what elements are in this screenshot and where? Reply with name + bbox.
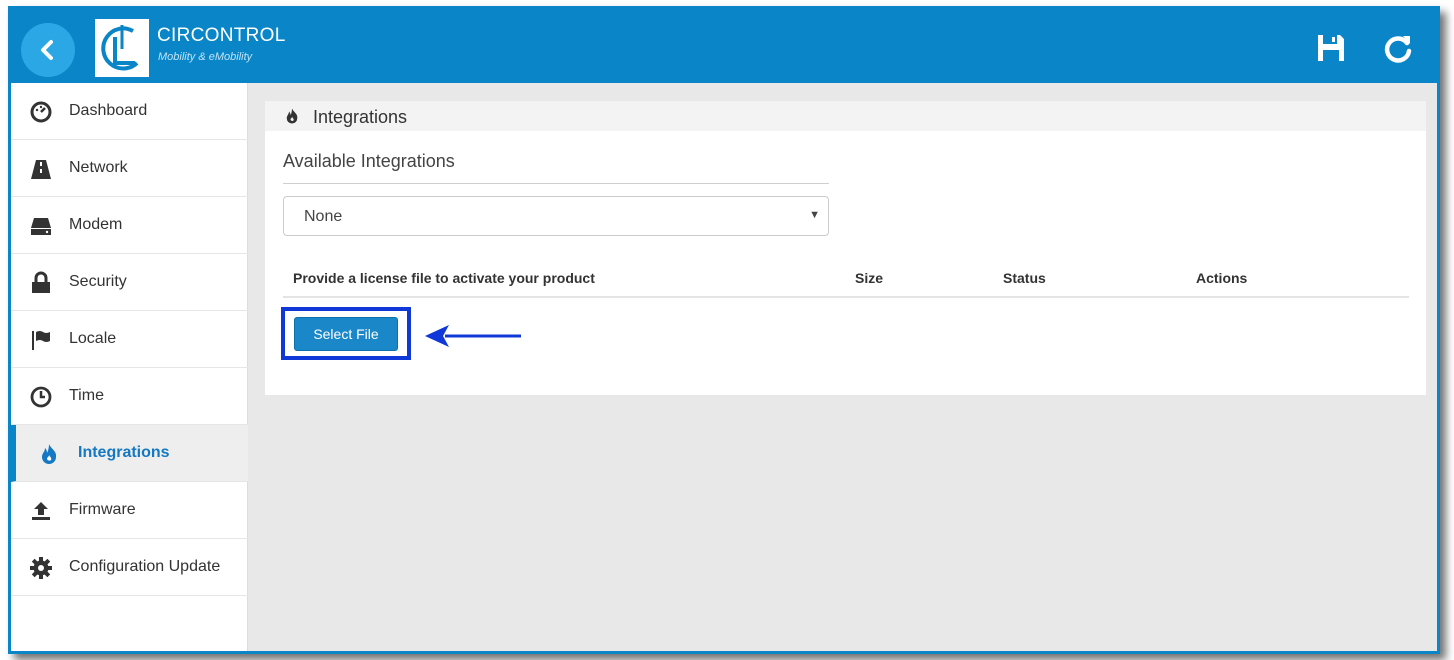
sidebar-item-label: Network <box>69 159 128 176</box>
sidebar-item-label: Firmware <box>69 501 136 518</box>
sidebar-item-modem[interactable]: Modem <box>11 197 248 254</box>
sidebar-item-security[interactable]: Security <box>11 254 248 311</box>
sidebar-item-time[interactable]: Time <box>11 368 248 425</box>
integration-select[interactable]: None ▼ <box>283 196 829 236</box>
table-header-size: Size <box>855 270 884 286</box>
sidebar-item-label: Modem <box>69 216 123 233</box>
sidebar-item-integrations[interactable]: Integrations <box>11 425 248 482</box>
save-icon <box>1318 35 1344 61</box>
hdd-icon <box>31 218 51 235</box>
sidebar-item-label: Security <box>69 273 127 290</box>
dashboard-icon <box>30 101 52 123</box>
save-button[interactable] <box>1314 31 1348 65</box>
sidebar-item-firmware[interactable]: Firmware <box>11 482 248 539</box>
lock-icon <box>32 271 50 293</box>
sidebar-item-label: Configuration Update <box>69 558 221 575</box>
select-file-button[interactable]: Select File <box>294 317 398 351</box>
brand-name: CIRCONTROL <box>157 25 286 46</box>
sidebar-item-locale[interactable]: Locale <box>11 311 248 368</box>
sidebar-item-label: Dashboard <box>69 102 148 119</box>
select-value: None <box>304 208 343 225</box>
refresh-icon <box>1384 36 1412 63</box>
panel-title: Integrations <box>313 107 408 127</box>
available-integrations-title: Available Integrations <box>283 151 455 171</box>
top-bar: CIRCONTROL Mobility & eMobility <box>11 9 1437 83</box>
fire-icon <box>42 444 57 464</box>
brand-tagline: Mobility & eMobility <box>158 51 253 63</box>
app-window: CIRCONTROL Mobility & eMobility Dashboar… <box>8 6 1440 654</box>
sidebar-item-label: Time <box>69 387 104 404</box>
sidebar-item-configuration-update[interactable]: Configuration Update <box>11 539 248 596</box>
table-header-actions: Actions <box>1196 270 1248 286</box>
fire-icon <box>286 108 298 124</box>
dropdown-arrow-icon: ▼ <box>809 209 820 221</box>
clock-icon <box>30 386 52 408</box>
sidebar-item-network[interactable]: Network <box>11 140 248 197</box>
back-icon <box>41 40 53 60</box>
sidebar-item-label: Integrations <box>78 444 170 461</box>
panel-header: Integrations <box>265 101 1426 131</box>
sidebar-item-dashboard[interactable]: Dashboard <box>11 83 248 140</box>
table-header-status: Status <box>1003 270 1046 286</box>
divider <box>283 183 829 184</box>
integrations-panel: Integrations Available Integrations None… <box>265 101 1426 395</box>
road-icon <box>31 160 51 179</box>
flag-icon <box>32 331 50 350</box>
refresh-button[interactable] <box>1381 31 1415 65</box>
table-header-license: Provide a license file to activate your … <box>293 270 595 286</box>
upload-icon <box>32 502 50 520</box>
annotation-arrow-icon <box>425 325 521 347</box>
sidebar-item-label: Locale <box>69 330 117 347</box>
brand-logo <box>95 19 149 77</box>
sidebar: Dashboard Network Modem Security Locale … <box>11 83 248 651</box>
table-divider <box>283 296 1409 298</box>
back-button[interactable] <box>21 23 75 77</box>
gear-icon <box>30 557 52 579</box>
